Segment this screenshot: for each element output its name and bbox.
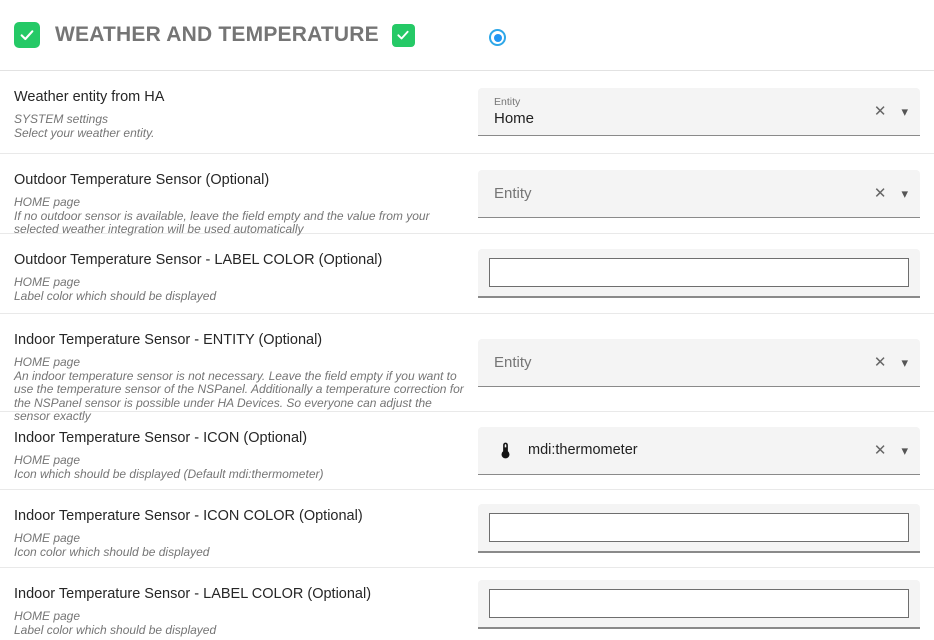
clear-icon[interactable]: ✕ [874, 355, 887, 370]
setting-title: Indoor Temperature Sensor - LABEL COLOR … [14, 585, 468, 603]
outdoor-sensor-entity-select[interactable]: Entity ✕ ▾ [478, 170, 920, 218]
setting-title: Indoor Temperature Sensor - ICON COLOR (… [14, 507, 468, 525]
setting-title: Outdoor Temperature Sensor (Optional) [14, 171, 468, 189]
setting-row-indoor-label-color: Indoor Temperature Sensor - LABEL COLOR … [0, 568, 934, 640]
radio-dot-icon [494, 34, 502, 42]
setting-scope: HOME page [14, 532, 468, 546]
setting-description: Label color which should be displayed [14, 290, 468, 304]
setting-description: Select your weather entity. [14, 127, 468, 141]
indoor-label-color-field [478, 580, 920, 629]
clear-icon[interactable]: ✕ [874, 443, 887, 458]
setting-title: Indoor Temperature Sensor - ENTITY (Opti… [14, 331, 468, 349]
setting-title: Outdoor Temperature Sensor - LABEL COLOR… [14, 251, 468, 269]
section-radio-button[interactable] [489, 29, 506, 46]
setting-title: Indoor Temperature Sensor - ICON (Option… [14, 429, 468, 447]
setting-row-outdoor-label-color: Outdoor Temperature Sensor - LABEL COLOR… [0, 234, 934, 314]
clear-icon[interactable]: ✕ [874, 104, 887, 119]
setting-scope: HOME page [14, 276, 468, 290]
chevron-down-icon[interactable]: ▾ [901, 187, 908, 200]
select-placeholder: Entity [494, 354, 874, 371]
outdoor-label-color-input[interactable] [489, 258, 909, 287]
setting-scope: SYSTEM settings [14, 113, 468, 127]
indoor-icon-color-field [478, 504, 920, 553]
setting-scope: HOME page [14, 454, 468, 468]
setting-description: If no outdoor sensor is available, leave… [14, 210, 468, 237]
indoor-icon-color-input[interactable] [489, 513, 909, 542]
weather-entity-select[interactable]: Entity Home ✕ ▾ [478, 88, 920, 136]
setting-row-indoor-icon-color: Indoor Temperature Sensor - ICON COLOR (… [0, 490, 934, 568]
setting-row-indoor-icon: Indoor Temperature Sensor - ICON (Option… [0, 412, 934, 490]
select-floating-label: Entity [494, 97, 874, 108]
section-title: WEATHER AND TEMPERATURE [55, 23, 379, 47]
section-checkbox-left[interactable] [14, 22, 40, 48]
settings-page: WEATHER AND TEMPERATURE Weather entity f… [0, 0, 934, 640]
select-value: Home [494, 111, 874, 127]
thermometer-icon [496, 441, 515, 460]
outdoor-label-color-field [478, 249, 920, 298]
check-icon [19, 27, 35, 43]
select-value: mdi:thermometer [528, 442, 874, 458]
indoor-sensor-entity-select[interactable]: Entity ✕ ▾ [478, 339, 920, 387]
clear-icon[interactable]: ✕ [874, 186, 887, 201]
section-header: WEATHER AND TEMPERATURE [0, 0, 934, 71]
setting-description: Icon which should be displayed (Default … [14, 468, 468, 482]
check-icon [396, 28, 410, 42]
chevron-down-icon[interactable]: ▾ [901, 356, 908, 369]
setting-description: Icon color which should be displayed [14, 546, 468, 560]
chevron-down-icon[interactable]: ▾ [901, 105, 908, 118]
chevron-down-icon[interactable]: ▾ [901, 444, 908, 457]
section-checkbox-right[interactable] [392, 24, 415, 47]
setting-description: Label color which should be displayed [14, 624, 468, 638]
setting-scope: HOME page [14, 356, 468, 370]
select-placeholder: Entity [494, 185, 874, 202]
setting-scope: HOME page [14, 196, 468, 210]
setting-row-indoor-entity: Indoor Temperature Sensor - ENTITY (Opti… [0, 314, 934, 412]
indoor-label-color-input[interactable] [489, 589, 909, 618]
setting-row-weather-entity: Weather entity from HA SYSTEM settings S… [0, 71, 934, 154]
setting-scope: HOME page [14, 610, 468, 624]
setting-row-outdoor-sensor: Outdoor Temperature Sensor (Optional) HO… [0, 154, 934, 234]
indoor-icon-select[interactable]: mdi:thermometer ✕ ▾ [478, 427, 920, 475]
setting-title: Weather entity from HA [14, 88, 468, 106]
